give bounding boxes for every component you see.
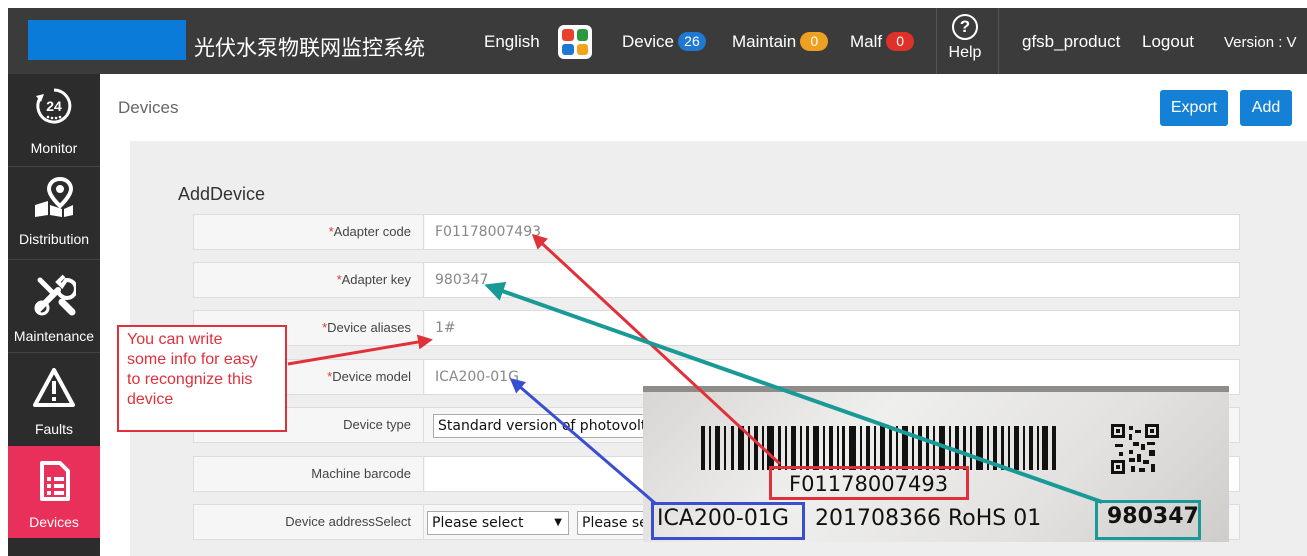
tools-icon: [34, 274, 76, 316]
field-label-text: Device aliases: [327, 320, 411, 335]
device-count-link[interactable]: Device 26: [622, 32, 706, 52]
malf-count-badge: 0: [886, 32, 915, 51]
key-highlight-box: [1095, 500, 1201, 540]
maintain-count-link[interactable]: Maintain 0: [732, 32, 829, 52]
sidebar-item-faults[interactable]: Faults: [8, 353, 100, 445]
header-divider: [998, 8, 999, 74]
field-label-text: Device addressSelect: [285, 514, 411, 529]
help-icon: ?: [952, 14, 978, 40]
device-label-photo: F01178007493 ICA200-01G 201708366 RoHS 0…: [643, 386, 1229, 542]
qr-code-image: [1111, 424, 1159, 474]
monitor-24h-icon: 24: [36, 88, 72, 124]
device-aliases-input[interactable]: 1#: [425, 311, 1239, 345]
adapter-key-input[interactable]: 980347: [425, 263, 1239, 297]
map-pin-icon: [35, 176, 74, 217]
sidebar-item-monitor[interactable]: 24 Monitor: [8, 74, 100, 166]
field-label-text: Device model: [332, 369, 411, 384]
field-label-text: Device type: [343, 417, 411, 432]
annotation-line: to recongnize this: [127, 371, 253, 388]
sidebar-item-label: Distribution: [18, 231, 90, 247]
form-title: AddDevice: [178, 184, 266, 204]
field-label: Machine barcode: [194, 457, 424, 491]
apps-grid-icon[interactable]: [558, 25, 592, 59]
field-label-text: Adapter key: [341, 272, 411, 287]
form-row-device-aliases: *Device aliases 1#: [193, 310, 1240, 346]
sidebar-item-distribution[interactable]: Distribution: [8, 167, 100, 259]
maintain-count-badge: 0: [800, 32, 829, 51]
field-label: Device addressSelect: [194, 505, 424, 539]
sidebar-item-label: Monitor: [30, 140, 78, 156]
label-serial-text: 201708366 RoHS 01: [815, 506, 1042, 531]
malf-count-link[interactable]: Malf 0: [850, 32, 915, 52]
sidebar-item-devices[interactable]: Devices: [8, 446, 100, 538]
form-row-adapter-key: *Adapter key 980347: [193, 262, 1240, 298]
language-switch[interactable]: English: [484, 32, 540, 52]
malf-label: Malf: [850, 32, 883, 51]
sidebar-item-label: Faults: [34, 421, 74, 437]
username: gfsb_product: [1022, 32, 1121, 51]
field-label-text: Adapter code: [333, 224, 411, 239]
address-select-1[interactable]: Please select ▼: [427, 511, 569, 535]
device-label: Device: [622, 32, 674, 51]
export-button[interactable]: Export: [1160, 90, 1228, 126]
model-highlight-box: [651, 502, 805, 540]
sidebar-item-label: Maintenance: [13, 328, 95, 344]
page: 光伏水泵物联网监控系统 English Device 26 Maintain 0 M…: [0, 0, 1307, 556]
annotation-line: You can write: [127, 331, 223, 348]
select-value: Please select: [432, 515, 524, 531]
annotation-line: device: [127, 391, 174, 408]
chevron-down-icon: ▼: [554, 517, 562, 528]
maintain-label: Maintain: [732, 32, 797, 51]
add-button[interactable]: Add: [1240, 90, 1292, 126]
field-label: *Adapter key: [194, 263, 424, 297]
annotation-line: some info for easy: [127, 351, 258, 368]
device-type-select[interactable]: Standard version of photovolta: [433, 414, 673, 438]
breadcrumb[interactable]: Devices: [118, 98, 178, 118]
help-button[interactable]: ? Help: [943, 14, 987, 62]
logout-link[interactable]: Logout: [1142, 32, 1194, 52]
device-count-badge: 26: [677, 32, 706, 51]
warning-icon: [33, 368, 75, 407]
sidebar-item-label: Devices: [29, 514, 79, 530]
adapter-code-input[interactable]: F01178007493: [425, 215, 1239, 249]
version-label: Version : V: [1224, 34, 1297, 51]
header-divider: [936, 8, 937, 74]
form-row-adapter-code: *Adapter code F01178007493: [193, 214, 1240, 250]
field-label-text: Machine barcode: [311, 466, 411, 481]
barcode-image: [701, 426, 1056, 470]
sidebar: 24 Monitor Distribution Maintenance Faul…: [8, 74, 100, 556]
logo[interactable]: [28, 20, 186, 60]
annotation-note: You can write some info for easy to reco…: [117, 325, 287, 432]
code-highlight-box: [769, 466, 969, 500]
field-label: *Adapter code: [194, 215, 424, 249]
document-icon: [40, 461, 70, 501]
svg-text:24: 24: [46, 98, 62, 114]
app-title: 光伏水泵物联网监控系统: [194, 36, 425, 60]
help-label: Help: [948, 44, 982, 61]
top-bar: 光伏水泵物联网监控系统 English Device 26 Maintain 0 M…: [8, 8, 1307, 74]
sidebar-item-maintenance[interactable]: Maintenance: [8, 260, 100, 352]
